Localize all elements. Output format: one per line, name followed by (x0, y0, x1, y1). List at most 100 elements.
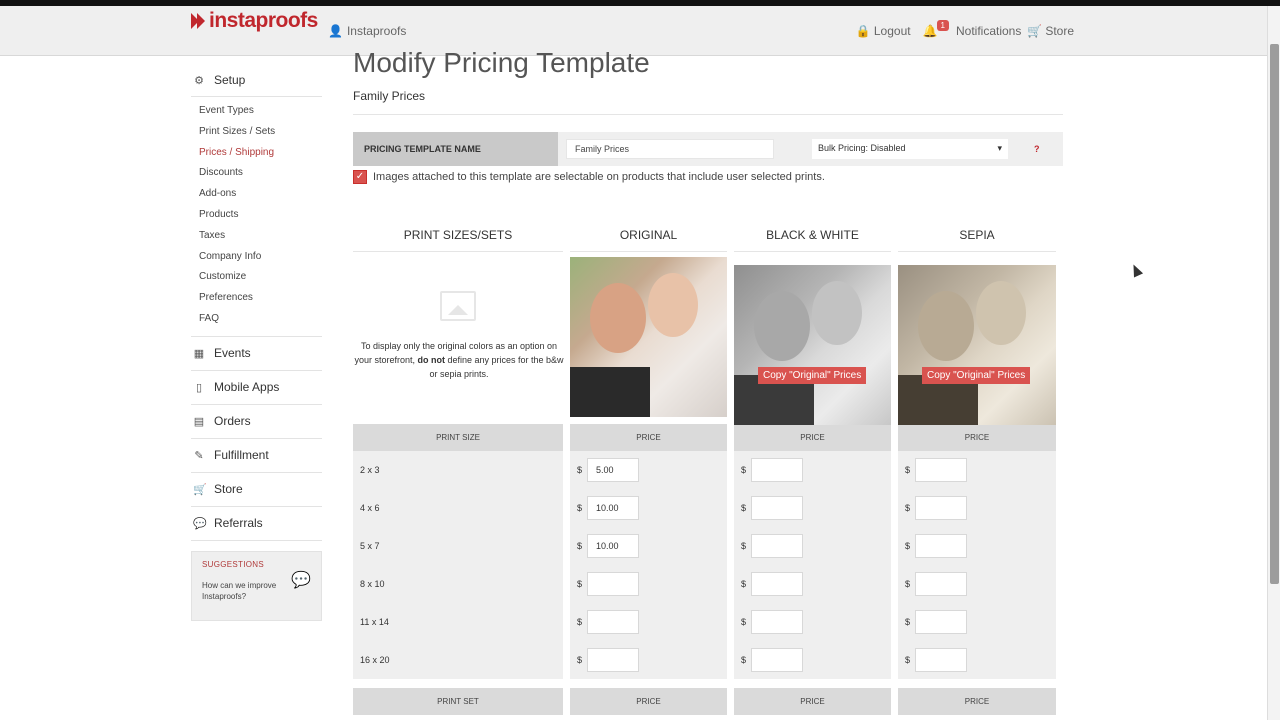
suggestions-box[interactable]: SUGGESTIONS How can we improve Instaproo… (191, 550, 322, 621)
print-size-label: 4 x 6 (353, 489, 563, 527)
orders-icon: ▤ (193, 415, 205, 428)
edit-icon: ✎ (194, 449, 204, 462)
price-cell: $ (734, 603, 891, 641)
pricing-column-headers: PRINT SIZES/SETS ORIGINAL BLACK & WHITE … (353, 222, 1057, 252)
mouse-cursor (1128, 262, 1144, 278)
currency-symbol: $ (741, 541, 747, 551)
currency-symbol: $ (905, 617, 911, 627)
sidebar-item-orders[interactable]: ▤ Orders (191, 405, 322, 439)
copy-original-prices-button-bw[interactable]: Copy "Original" Prices (758, 367, 867, 384)
page-scrollbar[interactable] (1267, 6, 1280, 720)
color-option-previews: To display only the original colors as a… (353, 257, 1057, 425)
sidebar-subitem-customize[interactable]: Customize (199, 267, 322, 288)
sidebar-subitem-preferences[interactable]: Preferences (199, 288, 322, 309)
instaproofs-logo[interactable]: instaproofs (191, 8, 318, 34)
bw-price-input[interactable] (751, 610, 804, 634)
currency-symbol: $ (741, 465, 747, 475)
sidebar-item-fulfillment[interactable]: ✎ Fulfillment (191, 439, 322, 473)
sidebar-item-referrals[interactable]: 💬 Referrals (191, 507, 322, 541)
currency-symbol: $ (905, 465, 911, 475)
price-rows: 2 x 3 $5.00 $ $4 x 6 $10.00 $ $5 x 7 $10.00 $ $8 … (353, 451, 1057, 679)
sidebar-subitem-taxes[interactable]: Taxes (199, 226, 322, 247)
chat-icon: 💬 (193, 517, 207, 530)
sepia-price-input[interactable] (915, 572, 968, 596)
bw-price-input[interactable] (751, 458, 804, 482)
pricing-grid: PRINT SIZES/SETS ORIGINAL BLACK & WHITE … (353, 222, 1057, 715)
currency-symbol: $ (905, 655, 911, 665)
main-content: Modify Pricing Template Family Prices PR… (353, 44, 1063, 185)
sidebar-item-setup[interactable]: ⚙ Setup (191, 64, 322, 97)
sidebar-item-events[interactable]: ▦ Events (191, 337, 322, 371)
print-set-header: PRINT SET (353, 688, 563, 715)
dropdown-arrow-icon: ▾ (997, 143, 1002, 153)
currency-symbol: $ (577, 617, 583, 627)
sidebar-item-mobile-apps[interactable]: ▯ Mobile Apps (191, 371, 322, 405)
currency-symbol: $ (905, 541, 911, 551)
help-link[interactable]: ? (1034, 144, 1040, 154)
sidebar-item-label: Orders (214, 414, 251, 429)
color-options-info: To display only the original colors as a… (353, 257, 564, 425)
sidebar-subitem-discounts[interactable]: Discounts (199, 163, 322, 184)
cart-icon: 🛒 (1027, 24, 1043, 38)
price-cell: $10.00 (570, 527, 727, 565)
sidebar-subitem-prices-shipping[interactable]: Prices / Shipping (199, 143, 322, 164)
bw-price-input[interactable] (751, 534, 804, 558)
table-gap (353, 679, 1057, 688)
original-price-input[interactable] (587, 610, 640, 634)
price-cell: $ (898, 603, 1056, 641)
sidebar-item-label: Store (214, 482, 243, 497)
account-link[interactable]: 👤 Instaproofs (328, 24, 406, 38)
price-cell: $ (898, 641, 1056, 679)
set-bw-price-header: PRICE (734, 688, 891, 715)
bw-price-input[interactable] (751, 496, 804, 520)
notifications-link[interactable]: 🔔 1 Notifications (923, 19, 1021, 38)
original-price-input[interactable]: 10.00 (587, 496, 640, 520)
bw-price-input[interactable] (751, 572, 804, 596)
column-header-original: ORIGINAL (570, 222, 727, 252)
sidebar-subitem-print-sizes[interactable]: Print Sizes / Sets (199, 122, 322, 143)
price-cell: $ (734, 641, 891, 679)
original-price-input[interactable]: 10.00 (587, 534, 640, 558)
original-price-input[interactable] (587, 648, 640, 672)
table-row: 11 x 14 $ $ $ (353, 603, 1057, 641)
cart-icon: 🛒 (193, 483, 207, 496)
sidebar-item-store[interactable]: 🛒 Store (191, 473, 322, 507)
sidebar-subitem-faq[interactable]: FAQ (199, 309, 322, 330)
print-size-label: 8 x 10 (353, 565, 563, 603)
face (754, 291, 810, 361)
sidebar-item-label: Fulfillment (214, 448, 269, 463)
template-name-input[interactable]: Family Prices (566, 139, 774, 159)
scrollbar-thumb[interactable] (1270, 44, 1279, 584)
bw-price-input[interactable] (751, 648, 804, 672)
original-price-header: PRICE (570, 424, 727, 451)
selectable-images-checkbox[interactable]: ✓ (353, 170, 367, 184)
currency-symbol: $ (577, 655, 583, 665)
currency-symbol: $ (577, 503, 583, 513)
original-price-input[interactable] (587, 572, 640, 596)
bulk-pricing-value: Bulk Pricing: Disabled (818, 143, 906, 153)
sidebar-subitem-products[interactable]: Products (199, 205, 322, 226)
sidebar-subitem-event-types[interactable]: Event Types (199, 101, 322, 122)
sepia-price-input[interactable] (915, 534, 968, 558)
sepia-price-input[interactable] (915, 458, 968, 482)
selectable-images-label: Images attached to this template are sel… (373, 171, 825, 183)
copy-original-prices-button-sepia[interactable]: Copy "Original" Prices (922, 367, 1031, 384)
image-placeholder-icon (440, 291, 476, 321)
price-cell: $ (570, 641, 727, 679)
store-link[interactable]: 🛒 Store (1027, 24, 1074, 38)
sepia-price-input[interactable] (915, 610, 968, 634)
sepia-price-input[interactable] (915, 496, 968, 520)
top-nav: 🔒 Logout 🔔 1 Notifications 🛒 Store (856, 19, 1074, 38)
set-original-price-header: PRICE (570, 688, 727, 715)
mobile-icon: ▯ (195, 381, 203, 394)
lock-icon: 🔒 (855, 24, 871, 38)
original-price-input[interactable]: 5.00 (587, 458, 640, 482)
print-size-label: 5 x 7 (353, 527, 563, 565)
logout-link[interactable]: 🔒 Logout (856, 24, 911, 38)
sidebar-subitem-add-ons[interactable]: Add-ons (199, 184, 322, 205)
table-row: 2 x 3 $5.00 $ $ (353, 451, 1057, 489)
bulk-pricing-select[interactable]: Bulk Pricing: Disabled ▾ (812, 139, 1008, 159)
sepia-price-input[interactable] (915, 648, 968, 672)
setup-submenu: Event Types Print Sizes / Sets Prices / … (191, 97, 322, 337)
sidebar-subitem-company-info[interactable]: Company Info (199, 247, 322, 268)
